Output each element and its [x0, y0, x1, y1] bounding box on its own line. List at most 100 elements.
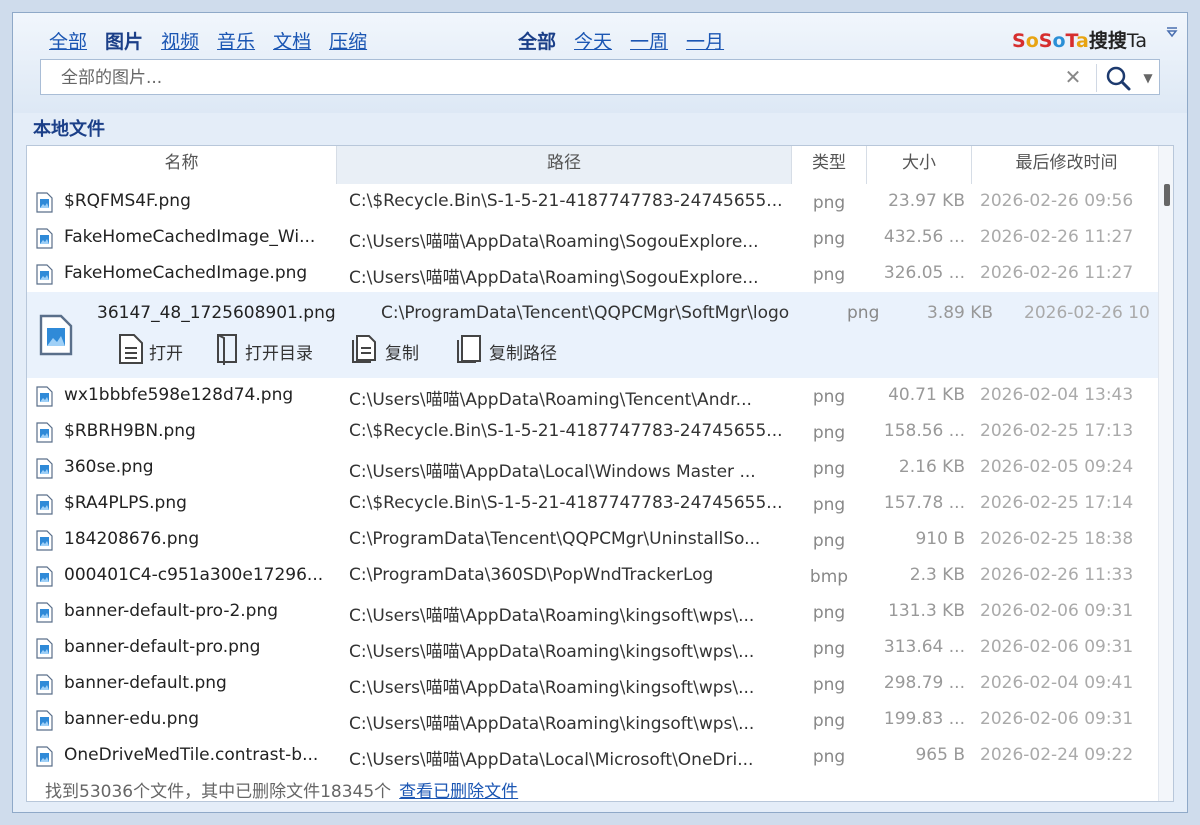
action-copy-button[interactable]: 复制 [349, 334, 419, 368]
table-row[interactable]: FakeHomeCachedImage.png C:\Users\喵喵\AppDa… [27, 256, 1161, 292]
file-list-panel: 名称 路径 类型 大小 最后修改时间 $RQFMS4F.png C:\$Recyc… [26, 145, 1174, 802]
image-file-icon [36, 566, 53, 587]
image-file-icon [36, 458, 53, 479]
column-header-size[interactable]: 大小 [867, 146, 972, 184]
action-folder-button[interactable]: 打开目录 [215, 333, 313, 370]
table-row[interactable]: $RA4PLPS.png C:\$Recycle.Bin\S-1-5-21-418… [27, 486, 1161, 522]
file-type: png [812, 193, 846, 213]
filter-category-5[interactable]: 压缩 [329, 31, 367, 53]
file-type: bmp [809, 567, 849, 587]
table-row[interactable]: 184208676.png C:\ProgramData\Tencent\QQPC… [27, 522, 1161, 558]
image-file-icon [36, 530, 53, 551]
filter-category-3[interactable]: 音乐 [217, 31, 255, 53]
action-label: 复制路径 [489, 343, 557, 364]
file-name: banner-default.png [64, 673, 227, 693]
column-header-type[interactable]: 类型 [792, 146, 867, 184]
table-row[interactable]: OneDriveMedTile.contrast-b... C:\Users\喵喵… [27, 738, 1161, 774]
copy-icon [349, 333, 385, 370]
clear-icon[interactable]: ✕ [1061, 65, 1085, 89]
file-type: png [812, 531, 846, 551]
column-header-modified[interactable]: 最后修改时间 [972, 146, 1161, 184]
image-file-icon [36, 192, 53, 213]
table-row[interactable]: banner-default-pro-2.png C:\Users\喵喵\AppD… [27, 594, 1161, 630]
file-size: 313.64 ... [883, 637, 965, 657]
file-modified: 2026-02-04 13:43 [980, 385, 1134, 405]
status-bar: 找到53036个文件，其中已删除文件18345个 查看已删除文件 [45, 777, 518, 802]
file-name: $RQFMS4F.png [64, 191, 191, 211]
file-type: png [812, 495, 846, 515]
filter-time-2[interactable]: 一周 [630, 31, 668, 53]
file-size: 40.71 KB [888, 385, 965, 405]
file-name: FakeHomeCachedImage.png [64, 263, 308, 283]
file-modified: 2026-02-24 09:22 [980, 745, 1134, 765]
file-type: png [812, 265, 846, 285]
file-size: 2.3 KB [909, 565, 965, 585]
file-modified: 2026-02-26 11:33 [980, 565, 1134, 585]
table-row-expanded[interactable]: 36147_48_1725608901.png C:\ProgramData\Te… [27, 292, 1161, 378]
filter-time-3[interactable]: 一月 [686, 31, 724, 53]
file-modified: 2026-02-26 09:56 [980, 191, 1134, 211]
image-file-icon [36, 422, 53, 443]
pin-icon[interactable] [1165, 26, 1179, 40]
chevron-down-icon[interactable]: ▼ [1138, 63, 1158, 93]
table-row[interactable]: 360se.png C:\Users\喵喵\AppData\Local\Windo… [27, 450, 1161, 486]
table-row[interactable]: banner-default.png C:\Users\喵喵\AppData\Ro… [27, 666, 1161, 702]
file-name: 360se.png [64, 457, 154, 477]
action-label: 打开 [149, 343, 183, 364]
file-name: 000401C4-c951a300e17296... [64, 565, 324, 585]
top-bar: 全部图片视频音乐文档压缩 全部今天一周一月 SoSoTa搜搜Ta ✕ ▼ [13, 13, 1187, 113]
search-button[interactable] [1103, 63, 1135, 93]
file-size: 432.56 ... [883, 227, 965, 247]
file-path: C:\Users\喵喵\AppData\Roaming\SogouExplore… [349, 268, 759, 288]
file-path: C:\$Recycle.Bin\S-1-5-21-4187747783-2474… [349, 493, 783, 513]
file-name: $RBRH9BN.png [64, 421, 196, 441]
image-file-icon [36, 674, 53, 695]
table-row[interactable]: $RBRH9BN.png C:\$Recycle.Bin\S-1-5-21-418… [27, 414, 1161, 450]
file-modified: 2026-02-26 11:27 [980, 263, 1134, 283]
document-icon [117, 333, 149, 370]
column-header-path[interactable]: 路径 [337, 146, 792, 184]
filter-time-1[interactable]: 今天 [574, 31, 612, 53]
folder-icon [215, 333, 245, 370]
app-window: 全部图片视频音乐文档压缩 全部今天一周一月 SoSoTa搜搜Ta ✕ ▼ 本地文… [12, 12, 1188, 813]
file-size: 157.78 ... [883, 493, 965, 513]
action-document-button[interactable]: 打开 [117, 333, 183, 370]
file-path: C:\Users\喵喵\AppData\Local\Microsoft\OneD… [349, 750, 754, 770]
action-copy-path-button[interactable]: 复制路径 [453, 334, 557, 368]
image-file-icon [36, 602, 53, 623]
filter-time-0[interactable]: 全部 [518, 31, 556, 53]
search-icon [1106, 66, 1131, 91]
file-size: 158.56 ... [883, 421, 965, 441]
file-list: $RQFMS4F.png C:\$Recycle.Bin\S-1-5-21-418… [27, 184, 1161, 774]
file-type: png [812, 459, 846, 479]
table-row[interactable]: $RQFMS4F.png C:\$Recycle.Bin\S-1-5-21-418… [27, 184, 1161, 220]
table-row[interactable]: FakeHomeCachedImage_Wi... C:\Users\喵喵\App… [27, 220, 1161, 256]
file-size: 3.89 KB [927, 303, 994, 323]
file-path: C:\ProgramData\Tencent\QQPCMgr\SoftMgr\l… [381, 303, 790, 323]
file-path: C:\Users\喵喵\AppData\Roaming\kingsoft\wps… [349, 678, 755, 698]
filter-category-2[interactable]: 视频 [161, 31, 199, 53]
table-row[interactable]: wx1bbbfe598e128d74.png C:\Users\喵喵\AppDat… [27, 378, 1161, 414]
table-row[interactable]: banner-default-pro.png C:\Users\喵喵\AppDat… [27, 630, 1161, 666]
scrollbar-thumb[interactable] [1164, 184, 1170, 206]
file-size: 910 B [915, 529, 965, 549]
table-row[interactable]: 000401C4-c951a300e17296... C:\ProgramData… [27, 558, 1161, 594]
table-row[interactable]: banner-edu.png C:\Users\喵喵\AppData\Roamin… [27, 702, 1161, 738]
image-file-icon [36, 638, 53, 659]
scrollbar[interactable] [1158, 146, 1173, 801]
file-type: png [812, 747, 846, 767]
file-size: 23.97 KB [888, 191, 965, 211]
section-title: 本地文件 [33, 119, 105, 140]
file-path: C:\ProgramData\360SD\PopWndTrackerLog [349, 565, 714, 585]
file-name: wx1bbbfe598e128d74.png [64, 385, 294, 405]
file-modified: 2026-02-25 18:38 [980, 529, 1134, 549]
filter-category-1[interactable]: 图片 [105, 31, 143, 53]
column-header-name[interactable]: 名称 [27, 146, 337, 184]
search-box: ✕ ▼ [40, 59, 1160, 96]
filter-category-0[interactable]: 全部 [49, 31, 87, 53]
filter-category-4[interactable]: 文档 [273, 31, 311, 53]
file-modified: 2026-02-06 09:31 [980, 601, 1134, 621]
file-modified: 2026-02-25 17:14 [980, 493, 1134, 513]
search-input[interactable] [41, 60, 1073, 96]
view-deleted-link[interactable]: 查看已删除文件 [399, 782, 518, 802]
